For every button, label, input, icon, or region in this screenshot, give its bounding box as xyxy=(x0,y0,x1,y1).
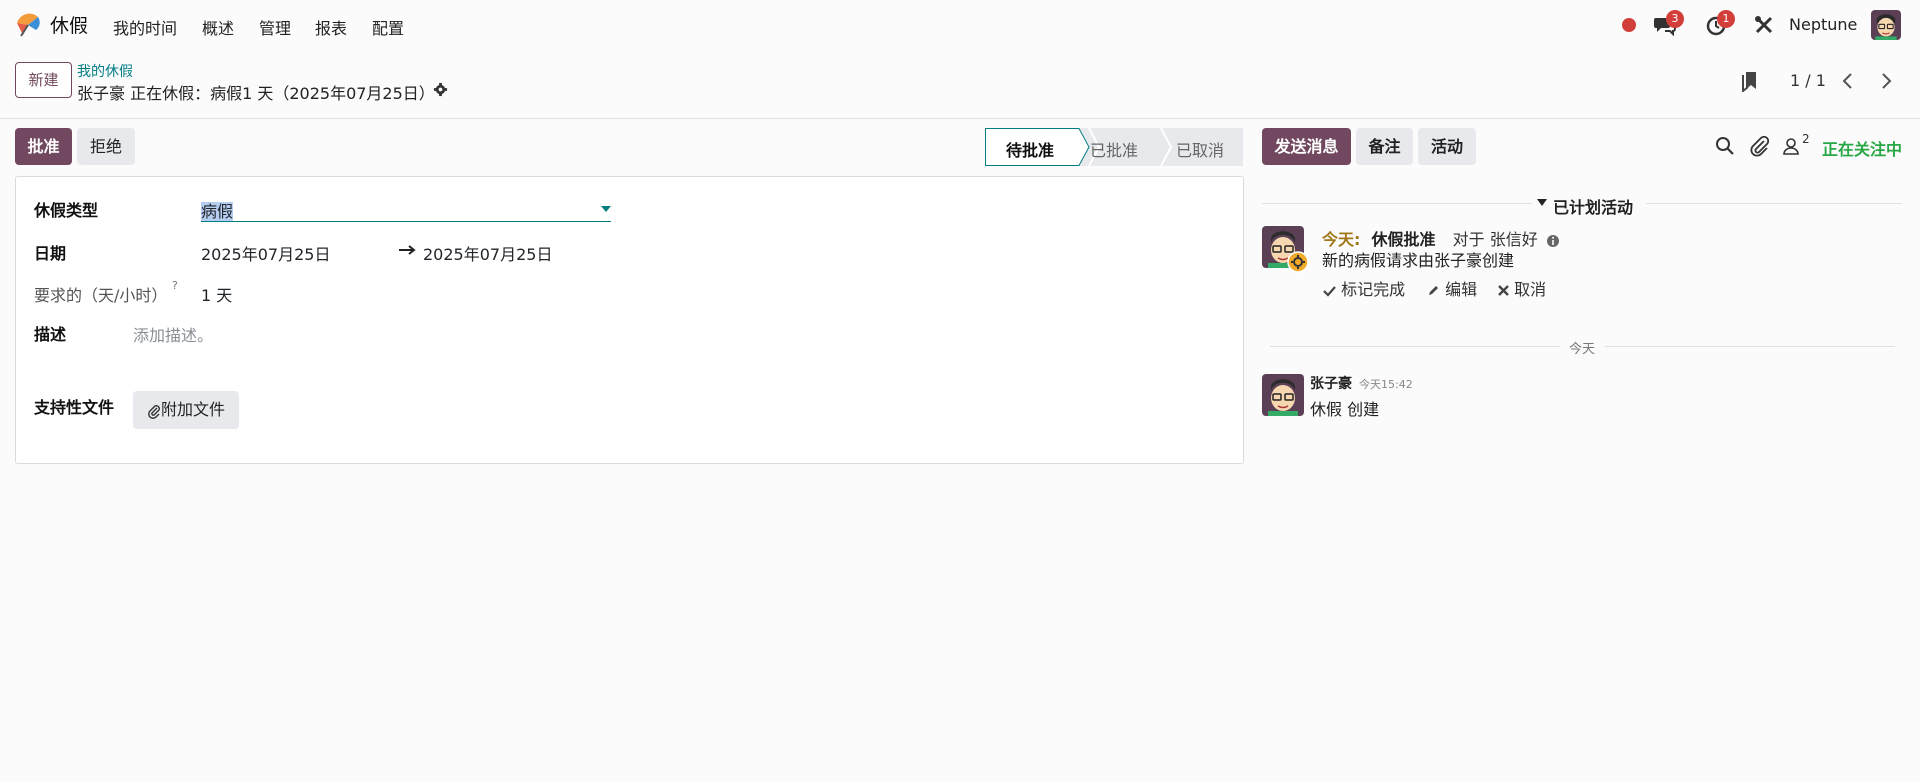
description-label: 描述 xyxy=(34,325,67,344)
duration-label: 要求的（天/小时） xyxy=(34,286,168,305)
record-title: 张子豪 正在休假：病假1 天（2025年07月25日） xyxy=(77,84,435,103)
description-field[interactable]: 添加描述。 xyxy=(133,322,213,346)
pager-value[interactable]: 1 / 1 xyxy=(1790,71,1826,90)
duration-value: 1 天 xyxy=(201,286,233,305)
leave-type-label: 休假类型 xyxy=(34,201,99,220)
cancel-activity-button[interactable]: 取消 xyxy=(1498,276,1546,300)
status-approved[interactable]: 已批准 xyxy=(1090,137,1138,161)
attachments-paperclip-icon[interactable] xyxy=(1749,135,1771,157)
paperclip-icon xyxy=(148,404,160,419)
menu-overview[interactable]: 概述 xyxy=(202,15,234,39)
edit-activity-label: 编辑 xyxy=(1445,280,1478,299)
attach-file-label: 附加文件 xyxy=(160,400,225,419)
date-divider-left xyxy=(1270,346,1560,347)
date-to-field[interactable]: 2025年07月25日 xyxy=(423,241,552,265)
company-name[interactable]: Neptune xyxy=(1789,15,1857,34)
menu-my-time[interactable]: 我的时间 xyxy=(113,15,177,39)
attach-file-button[interactable]: 附加文件 xyxy=(133,391,239,429)
supporting-docs-label: 支持性文件 xyxy=(34,398,115,417)
dates-label: 日期 xyxy=(34,244,67,263)
breadcrumb-my-time-off[interactable]: 我的休假 xyxy=(77,61,133,81)
planned-activities-title[interactable]: 已计划活动 xyxy=(1553,194,1633,218)
debug-tools-icon[interactable] xyxy=(1753,14,1775,36)
approval-activity-icon xyxy=(1287,251,1309,273)
close-icon xyxy=(1498,285,1509,296)
menu-reporting[interactable]: 报表 xyxy=(315,15,347,39)
app-name[interactable]: 休假 xyxy=(50,11,88,38)
followers-icon[interactable] xyxy=(1781,135,1803,157)
search-icon[interactable] xyxy=(1714,135,1736,157)
cancel-activity-label: 取消 xyxy=(1514,280,1547,299)
bookmark-icon[interactable] xyxy=(1740,70,1760,92)
date-separator: 今天 xyxy=(1569,342,1596,357)
control-panel-divider xyxy=(0,118,1920,119)
mark-done-label: 标记完成 xyxy=(1341,280,1406,299)
arrow-right-icon xyxy=(399,245,416,255)
record-status-dot[interactable] xyxy=(1622,18,1636,32)
message-time: 今天15:42 xyxy=(1359,378,1413,391)
refuse-button[interactable]: 拒绝 xyxy=(77,128,135,165)
edit-activity-button[interactable]: 编辑 xyxy=(1427,276,1477,300)
info-icon[interactable] xyxy=(1546,234,1560,248)
status-cancelled[interactable]: 已取消 xyxy=(1176,137,1224,161)
approve-button[interactable]: 批准 xyxy=(15,128,72,165)
menu-configuration[interactable]: 配置 xyxy=(372,15,404,39)
mark-done-button[interactable]: 标记完成 xyxy=(1323,276,1405,300)
planned-divider-left xyxy=(1262,203,1532,204)
user-avatar[interactable] xyxy=(1871,10,1901,40)
messages-badge: 3 xyxy=(1666,10,1684,28)
message-avatar[interactable] xyxy=(1262,374,1304,416)
date-from-field[interactable]: 2025年07月25日 xyxy=(201,241,330,265)
send-message-button[interactable]: 发送消息 xyxy=(1262,128,1351,165)
activities-button[interactable]: 活动 xyxy=(1418,128,1476,165)
chevron-right-icon[interactable] xyxy=(1876,70,1896,92)
status-to-approve[interactable]: 待批准 xyxy=(1006,137,1054,161)
duration-help-icon[interactable]: ? xyxy=(172,279,178,292)
check-icon xyxy=(1323,285,1336,297)
caret-down-icon[interactable] xyxy=(601,206,611,212)
message-author[interactable]: 张子豪 xyxy=(1310,373,1352,393)
date-divider-right xyxy=(1605,346,1895,347)
menu-management[interactable]: 管理 xyxy=(259,15,291,39)
log-note-button[interactable]: 备注 xyxy=(1356,128,1413,165)
leave-type-select[interactable]: 病假 xyxy=(201,198,234,222)
leave-type-value: 病假 xyxy=(201,202,234,221)
top-navbar: 休假 我的时间 概述 管理 报表 配置 3 1 Neptune xyxy=(0,0,1920,50)
pencil-icon xyxy=(1429,286,1438,295)
gear-icon[interactable] xyxy=(433,82,448,97)
new-button[interactable]: 新建 xyxy=(15,62,72,98)
time-off-app-icon[interactable] xyxy=(14,11,42,37)
planned-divider-right xyxy=(1646,203,1902,204)
following-button[interactable]: 正在关注中 xyxy=(1822,136,1902,160)
chevron-left-icon[interactable] xyxy=(1838,70,1858,92)
followers-count: 2 xyxy=(1802,132,1810,146)
message-body: 休假 创建 xyxy=(1310,400,1380,419)
caret-down-icon[interactable] xyxy=(1537,199,1547,206)
activity-summary: 新的病假请求由张子豪创建 xyxy=(1322,251,1515,270)
activities-badge: 1 xyxy=(1717,10,1735,28)
leave-type-underline xyxy=(201,221,611,222)
